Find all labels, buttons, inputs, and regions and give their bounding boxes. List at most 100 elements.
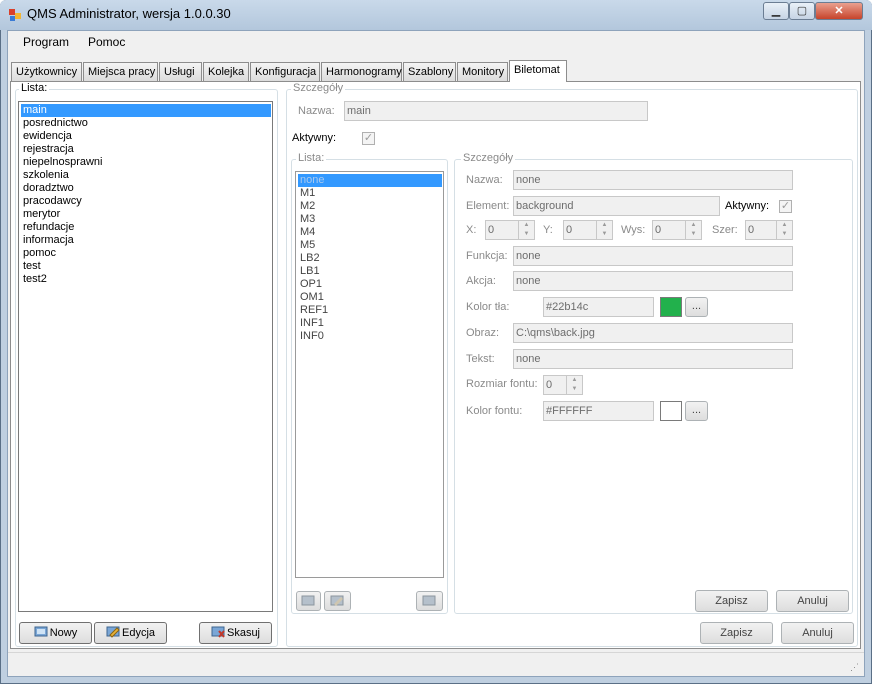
element-name-label: Nazwa: bbox=[466, 174, 503, 186]
tab-kolejka[interactable]: Kolejka bbox=[203, 62, 249, 81]
save-button[interactable]: Zapisz bbox=[700, 622, 773, 644]
element-item[interactable]: M4 bbox=[298, 226, 315, 239]
y-stepper[interactable]: 0 ▲ ▼ bbox=[563, 220, 613, 240]
elements-listbox[interactable]: none M1 M2 M3 M4 M5 LB2 LB1 OP1 OM1 REF1… bbox=[295, 171, 444, 578]
element-item[interactable]: M1 bbox=[298, 187, 315, 200]
action-field[interactable]: none bbox=[513, 271, 793, 291]
list-item[interactable]: doradztwo bbox=[21, 182, 74, 195]
new-icon bbox=[34, 625, 48, 637]
y-spin-arrows[interactable]: ▲ ▼ bbox=[596, 221, 612, 239]
font-size-label: Rozmiar fontu: bbox=[466, 378, 538, 390]
element-item[interactable]: LB1 bbox=[298, 265, 320, 278]
tab-harmonogramy[interactable]: Harmonogramy bbox=[321, 62, 402, 81]
menu-program[interactable]: Program bbox=[23, 35, 69, 49]
close-icon: ✕ bbox=[834, 5, 844, 17]
cancel-button[interactable]: Anuluj bbox=[781, 622, 854, 644]
status-bar bbox=[8, 652, 864, 674]
list-item[interactable]: informacja bbox=[21, 234, 74, 247]
width-spin-arrows[interactable]: ▲ ▼ bbox=[776, 221, 792, 239]
checkmark-icon: ✓ bbox=[780, 200, 791, 212]
element-item[interactable]: M5 bbox=[298, 239, 315, 252]
tab-monitory[interactable]: Monitory bbox=[457, 62, 508, 81]
down-arrow-icon: ▼ bbox=[571, 386, 578, 392]
element-delete-button[interactable] bbox=[416, 591, 443, 611]
font-size-value: 0 bbox=[546, 379, 553, 391]
resize-grip-icon[interactable]: ⋰ bbox=[850, 662, 859, 673]
edit-button[interactable]: Edycja bbox=[94, 622, 167, 644]
element-item[interactable]: OM1 bbox=[298, 291, 324, 304]
height-spin-arrows[interactable]: ▲ ▼ bbox=[685, 221, 701, 239]
delete-icon bbox=[422, 594, 436, 606]
tab-uzytkownicy[interactable]: Użytkownicy bbox=[11, 62, 82, 81]
up-arrow-icon: ▲ bbox=[690, 222, 697, 228]
close-button[interactable]: ✕ bbox=[815, 2, 863, 20]
element-type-field[interactable]: background bbox=[513, 196, 720, 216]
list-item[interactable]: main bbox=[21, 104, 271, 117]
bg-color-browse-button[interactable]: ... bbox=[685, 297, 708, 317]
menu-pomoc[interactable]: Pomoc bbox=[88, 35, 125, 49]
text-label: Tekst: bbox=[466, 353, 495, 365]
list-item[interactable]: ewidencja bbox=[21, 130, 72, 143]
element-item[interactable]: REF1 bbox=[298, 304, 328, 317]
text-field[interactable]: none bbox=[513, 349, 793, 369]
down-arrow-icon: ▼ bbox=[601, 231, 608, 237]
bg-color-swatch[interactable] bbox=[660, 297, 682, 317]
height-stepper[interactable]: 0 ▲ ▼ bbox=[652, 220, 702, 240]
element-cancel-button[interactable]: Anuluj bbox=[776, 590, 849, 612]
list-item[interactable]: merytor bbox=[21, 208, 60, 221]
name-field[interactable]: main bbox=[344, 101, 648, 121]
list-item[interactable]: pomoc bbox=[21, 247, 56, 260]
template-listbox[interactable]: main posrednictwo ewidencja rejestracja … bbox=[18, 101, 273, 612]
bg-color-field[interactable]: #22b14c bbox=[543, 297, 654, 317]
element-item[interactable]: none bbox=[298, 174, 442, 187]
font-size-spin-arrows[interactable]: ▲ ▼ bbox=[566, 376, 582, 394]
list-item[interactable]: szkolenia bbox=[21, 169, 69, 182]
edit-icon bbox=[330, 594, 344, 606]
element-type-label: Element: bbox=[466, 200, 510, 212]
list-item[interactable]: refundacje bbox=[21, 221, 74, 234]
list-item[interactable]: posrednictwo bbox=[21, 117, 88, 130]
active-checkbox[interactable]: ✓ bbox=[362, 132, 375, 145]
active-label: Aktywny: bbox=[292, 132, 337, 144]
up-arrow-icon: ▲ bbox=[571, 377, 578, 383]
delete-button[interactable]: Skasuj bbox=[199, 622, 272, 644]
element-active-checkbox[interactable]: ✓ bbox=[779, 200, 792, 213]
element-item[interactable]: INF1 bbox=[298, 317, 324, 330]
element-item[interactable]: LB2 bbox=[298, 252, 320, 265]
new-button[interactable]: Nowy bbox=[19, 622, 92, 644]
elements-group-label: Lista: bbox=[296, 152, 327, 164]
tab-uslugi[interactable]: Usługi bbox=[159, 62, 202, 81]
list-item[interactable]: niepelnosprawni bbox=[21, 156, 103, 169]
list-item[interactable]: pracodawcy bbox=[21, 195, 82, 208]
element-item[interactable]: M3 bbox=[298, 213, 315, 226]
element-edit-button[interactable] bbox=[324, 591, 351, 611]
list-item[interactable]: rejestracja bbox=[21, 143, 74, 156]
font-color-browse-button[interactable]: ... bbox=[685, 401, 708, 421]
element-item[interactable]: OP1 bbox=[298, 278, 322, 291]
function-field[interactable]: none bbox=[513, 246, 793, 266]
x-spin-arrows[interactable]: ▲ ▼ bbox=[518, 221, 534, 239]
new-button-label: Nowy bbox=[49, 627, 78, 639]
maximize-icon: ▢ bbox=[796, 5, 808, 17]
font-size-stepper[interactable]: 0 ▲ ▼ bbox=[543, 375, 583, 395]
element-new-button[interactable] bbox=[296, 591, 321, 611]
x-stepper[interactable]: 0 ▲ ▼ bbox=[485, 220, 535, 240]
font-color-field[interactable]: #FFFFFF bbox=[543, 401, 654, 421]
image-field[interactable]: C:\qms\back.jpg bbox=[513, 323, 793, 343]
element-item[interactable]: M2 bbox=[298, 200, 315, 213]
list-item[interactable]: test2 bbox=[21, 273, 47, 286]
action-label: Akcja: bbox=[466, 275, 496, 287]
maximize-button[interactable]: ▢ bbox=[789, 2, 815, 20]
image-label: Obraz: bbox=[466, 327, 500, 339]
font-color-swatch[interactable] bbox=[660, 401, 682, 421]
width-stepper[interactable]: 0 ▲ ▼ bbox=[745, 220, 793, 240]
tab-miejsca-pracy[interactable]: Miejsca pracy bbox=[83, 62, 158, 81]
tab-biletomat[interactable]: Biletomat bbox=[509, 60, 567, 82]
element-item[interactable]: INF0 bbox=[298, 330, 324, 343]
element-save-button[interactable]: Zapisz bbox=[695, 590, 768, 612]
minimize-button[interactable]: ▁ bbox=[763, 2, 789, 20]
list-item[interactable]: test bbox=[21, 260, 41, 273]
element-name-field[interactable]: none bbox=[513, 170, 793, 190]
tab-konfiguracja[interactable]: Konfiguracja bbox=[250, 62, 320, 81]
tab-szablony[interactable]: Szablony bbox=[403, 62, 456, 81]
